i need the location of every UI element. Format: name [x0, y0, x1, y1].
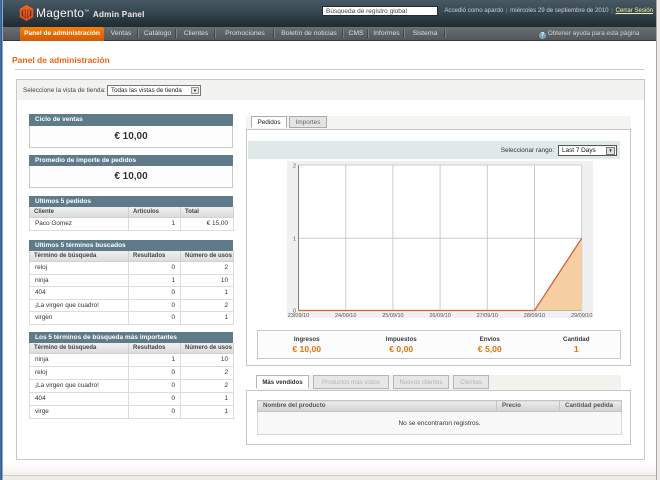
svg-text:26/09/10: 26/09/10: [429, 313, 450, 318]
svg-text:24/09/10: 24/09/10: [335, 313, 356, 318]
svg-text:2: 2: [293, 164, 296, 170]
svg-text:27/09/10: 27/09/10: [477, 313, 498, 318]
svg-text:28/09/10: 28/09/10: [524, 313, 545, 318]
svg-text:29/09/10: 29/09/10: [571, 313, 592, 318]
svg-text:1: 1: [293, 237, 296, 243]
svg-text:25/09/10: 25/09/10: [382, 313, 403, 318]
svg-text:23/09/10: 23/09/10: [288, 313, 309, 318]
